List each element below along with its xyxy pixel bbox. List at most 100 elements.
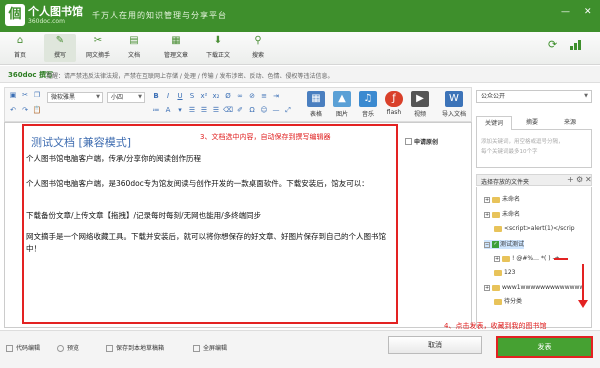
code-edit-toggle[interactable]: 代码编辑 [6, 343, 40, 352]
toolbar-web-clipper[interactable]: ✂ 网文摘手 [82, 34, 114, 59]
font-family-select[interactable]: 微软雅黑 ▼ [47, 92, 103, 103]
redo-icon[interactable]: ↷ [20, 106, 30, 115]
fullscreen-edit-button[interactable]: 全屏编辑 [193, 343, 227, 352]
annotation-dash [554, 258, 568, 260]
font-size-value: 小四 [111, 94, 124, 101]
download-icon: ⬇ [213, 35, 223, 46]
sync-icon[interactable]: ⟳ [548, 38, 557, 51]
minimize-button[interactable]: — [561, 8, 570, 17]
font-size-select[interactable]: 小四 ▼ [107, 92, 145, 103]
expand-icon[interactable]: + [494, 255, 500, 262]
music-icon: ♫ [359, 91, 377, 107]
folder-node[interactable]: 待分类 [494, 297, 522, 306]
annotation-arrowhead [578, 300, 588, 308]
hr-icon[interactable]: — [271, 106, 281, 115]
close-button[interactable]: ✕ [584, 8, 592, 17]
folder-node-selected[interactable]: − ✓ 测试测试 [484, 240, 525, 249]
toolbar-download[interactable]: ⬇ 下载正文 [202, 34, 234, 59]
align-icon[interactable]: ≡ [259, 92, 269, 101]
home-icon: ⌂ [16, 35, 24, 46]
toolbar-manage-articles[interactable]: ▦ 管理文章 [160, 34, 192, 59]
insert-table-button[interactable]: ▦ 表格 [305, 91, 327, 118]
keyword-placeholder: 每个关键词最多10个字 [481, 149, 538, 155]
signal-icon [570, 40, 584, 50]
subscript-icon[interactable]: x₂ [211, 92, 221, 101]
align-center-icon[interactable]: ☰ [199, 106, 209, 115]
italic-icon[interactable]: I [163, 92, 173, 101]
cancel-button[interactable]: 取消 [388, 336, 482, 354]
folder-node[interactable]: + 未命名 [484, 210, 520, 219]
special-char-icon[interactable]: Ω [247, 106, 257, 115]
eraser-icon[interactable]: ⌫ [223, 106, 233, 115]
import-document-button[interactable]: W 导入文档 [439, 91, 469, 118]
toolbar-compose[interactable]: ✎ 撰写 [44, 34, 76, 62]
folder-node[interactable]: +! @#%… *( ) -+ [494, 254, 560, 263]
insert-flash-label: flash [386, 109, 402, 116]
strike-icon[interactable]: S [187, 92, 197, 101]
settings-icon[interactable]: ⚙ [576, 175, 583, 184]
bold-icon[interactable]: B [151, 92, 161, 101]
visibility-select[interactable]: 公众公开 ▼ [476, 90, 592, 103]
expand-icon[interactable]: + [484, 196, 490, 203]
tab-keywords[interactable]: 关键词 [476, 116, 512, 130]
copy-icon[interactable]: ❐ [32, 91, 42, 100]
list-ordered-icon[interactable]: ≔ [151, 106, 161, 115]
fullscreen-icon[interactable]: ⤢ [283, 106, 293, 115]
close-icon[interactable]: ✕ [585, 175, 592, 184]
emoji-icon[interactable]: ☺ [259, 106, 269, 115]
cut-icon[interactable]: ✂ [20, 91, 30, 100]
brush-icon[interactable]: ✐ [235, 106, 245, 115]
toolbar-manage-articles-label: 管理文章 [163, 52, 188, 59]
main-toolbar: ⌂ 首页 ✎ 撰写 ✂ 网文摘手 ▤ 文档 ▦ 管理文章 ⬇ 下载正文 ⚲ 搜索 [0, 32, 600, 65]
save-draft-button[interactable]: 保存到本地草稿箱 [106, 343, 164, 352]
insert-flash-button[interactable]: ƒ flash [383, 91, 405, 116]
underline-icon[interactable]: U [175, 92, 185, 101]
chevron-down-icon: ▼ [584, 93, 588, 99]
superscript-icon[interactable]: x² [199, 92, 209, 101]
folder-node[interactable]: 123 [494, 268, 515, 277]
highlight-icon[interactable]: ▾ [175, 106, 185, 115]
unlink-icon[interactable]: ⊘ [247, 92, 257, 101]
original-label: 申请原创 [414, 139, 439, 146]
folder-node[interactable]: + www1wwwwwwwwwwwww [484, 283, 584, 292]
insert-music-button[interactable]: ♫ 音乐 [357, 91, 379, 118]
expand-icon[interactable]: + [484, 284, 490, 291]
add-folder-icon[interactable]: + [567, 175, 574, 184]
insert-video-button[interactable]: ▶ 视频 [409, 91, 431, 118]
format-icon[interactable]: Ø [223, 92, 233, 101]
tab-summary[interactable]: 摘要 [514, 116, 550, 130]
align-left-icon[interactable]: ☰ [187, 106, 197, 115]
toolbar-home[interactable]: ⌂ 首页 [4, 34, 36, 59]
font-family-value: 微软雅黑 [51, 94, 76, 101]
save-icon [106, 345, 113, 352]
link-icon[interactable]: ∞ [235, 92, 245, 101]
undo-icon[interactable]: ↶ [8, 106, 18, 115]
publish-button[interactable]: 发表 [496, 336, 593, 358]
folder-icon [492, 284, 500, 291]
annotation-frame [22, 124, 398, 324]
app-name: 个人图书馆 [28, 5, 83, 18]
fullscreen-icon [193, 345, 200, 352]
app-window: 個 个人图书馆 360doc.com 千万人在用的知识管理与分享平台 — ✕ ⌂… [0, 0, 600, 368]
folder-node[interactable]: <script>alert(1)</scrip [494, 224, 575, 233]
folder-icon [494, 298, 502, 305]
preview-button[interactable]: 预览 [57, 343, 79, 352]
meta-tabs: 关键词 摘要 来源 [476, 116, 592, 130]
original-checkbox[interactable] [405, 138, 412, 145]
collapse-icon[interactable]: − [484, 241, 490, 248]
folder-node[interactable]: + 未命名 [484, 195, 520, 204]
indent-icon[interactable]: ⇥ [271, 92, 281, 101]
paste-icon[interactable]: 📋 [32, 106, 42, 115]
folder-header-label: 选择存放的文件夹 [481, 179, 530, 186]
source-icon[interactable]: ▣ [8, 91, 18, 100]
toolbar-documents[interactable]: ▤ 文档 [118, 34, 150, 59]
align-right-icon[interactable]: ☰ [211, 106, 221, 115]
expand-icon[interactable]: + [484, 211, 490, 218]
insert-image-button[interactable]: ▲ 图片 [331, 91, 353, 118]
tab-source[interactable]: 来源 [552, 116, 588, 130]
check-icon: ✓ [492, 241, 499, 248]
text-color-icon[interactable]: A [163, 106, 173, 115]
video-icon: ▶ [411, 91, 429, 107]
manage-articles-icon: ▦ [171, 35, 181, 46]
toolbar-search[interactable]: ⚲ 搜索 [242, 34, 274, 59]
